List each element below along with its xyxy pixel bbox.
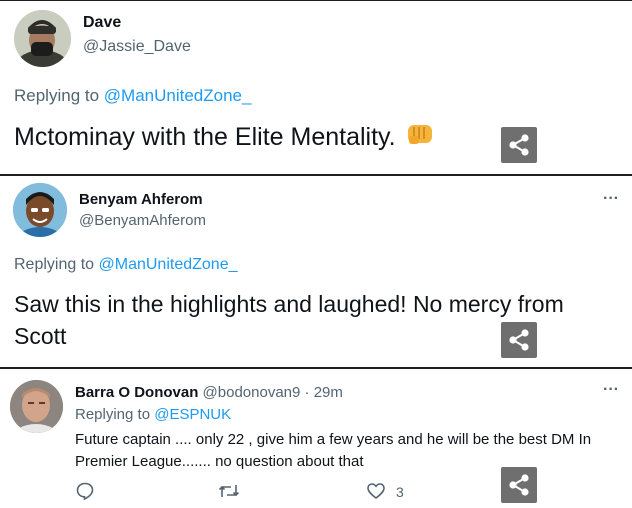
tweet-barra[interactable]: Barra O Donovan @bodonovan9 · 29m ··· Re… [0,367,632,505]
share-button[interactable] [501,467,537,503]
like-button[interactable] [366,481,386,506]
share-icon [509,329,529,351]
share-button[interactable] [501,322,537,358]
tweet-text: Mctominay with the Elite Mentality. [14,122,435,152]
avatar[interactable] [14,10,71,67]
heart-icon [367,483,385,500]
user-name[interactable]: Barra O Donovan [75,384,198,401]
timestamp[interactable]: · 29m [300,384,343,401]
like-count: 3 [396,484,404,500]
tweet-benyam[interactable]: Benyam Ahferom @BenyamAhferom ··· Replyi… [0,174,632,367]
tweet-dave[interactable]: Dave @Jassie_Dave Replying to @ManUnited… [0,0,632,174]
user-name[interactable]: Benyam Ahferom [79,191,203,208]
avatar-image [14,10,71,67]
replying-to: Replying to @ESPNUK [75,406,232,423]
replying-to-link[interactable]: @ManUnitedZone_ [99,256,238,273]
more-options-icon[interactable]: ··· [603,381,619,399]
share-icon [509,474,529,496]
avatar-image [10,380,63,433]
user-name[interactable]: Dave [83,14,121,32]
fist-emoji [407,125,432,144]
replying-to-link[interactable]: @ESPNUK [154,406,231,423]
user-handle[interactable]: @Jassie_Dave [83,38,191,56]
tweet-header: Barra O Donovan @bodonovan9 · 29m [75,384,343,401]
tweet-text: Future captain .... only 22 , give him a… [75,431,592,470]
replying-to: Replying to @ManUnitedZone_ [14,86,252,105]
avatar-image [13,183,67,237]
replying-to-link[interactable]: @ManUnitedZone_ [104,86,252,105]
retweet-button[interactable] [218,481,240,506]
retweet-icon [218,485,240,497]
avatar[interactable] [13,183,67,237]
reply-icon [76,482,94,501]
user-handle[interactable]: @BenyamAhferom [79,212,206,229]
share-button[interactable] [501,127,537,163]
more-options-icon[interactable]: ··· [603,190,619,208]
share-icon [509,134,529,156]
avatar[interactable] [10,380,63,433]
replying-to: Replying to @ManUnitedZone_ [14,256,238,273]
reply-button[interactable] [75,481,95,506]
user-handle[interactable]: @bodonovan9 [203,384,301,401]
